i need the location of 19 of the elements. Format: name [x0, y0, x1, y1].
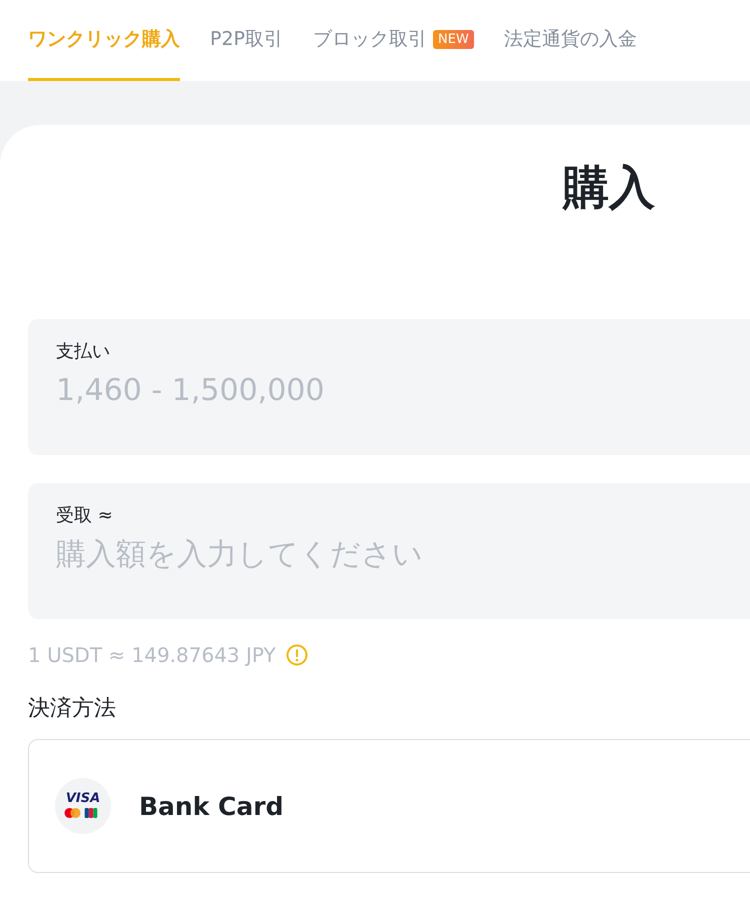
field-label: 支払い [56, 340, 111, 363]
new-badge: NEW [433, 30, 474, 48]
payment-label: Bank Card [139, 792, 284, 820]
tab-label: ブロック取引 [313, 27, 428, 52]
info-icon[interactable] [286, 644, 308, 666]
exchange-rate: 1 USDT ≈ 149.87643 JPY [28, 643, 276, 667]
amount-input[interactable]: 購入額を入力してください [56, 537, 656, 572]
tab-label: 法定通貨の入金 [504, 27, 637, 52]
amount-input[interactable]: 1,460 - 1,500,000 [56, 373, 656, 408]
section-heading: 決済方法 [28, 695, 117, 723]
card-logos-icon: VISA [55, 778, 111, 834]
tab[interactable]: ブロック取引 NEW [313, 0, 474, 81]
payment-option[interactable]: VISA Bank Card [28, 739, 750, 873]
tab[interactable]: P2P取引 [210, 0, 284, 81]
page-title: 購入 [563, 159, 656, 216]
field-label: 受取 ≈ [56, 504, 114, 527]
tab-label: P2P取引 [210, 27, 284, 52]
tab-label: ワンクリック購入 [28, 27, 180, 52]
tab[interactable]: 法定通貨の入金 [504, 0, 637, 81]
